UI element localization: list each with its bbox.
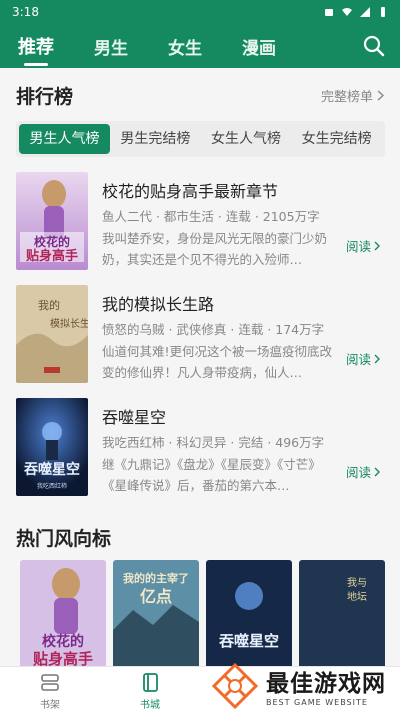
svg-text:亿点: 亿点 (140, 587, 172, 606)
hot-covers: 校花的 贴身高手 我的的主宰了 亿点 吞噬星空 我与 地坛 (16, 560, 396, 670)
tab-bookshelf[interactable]: 书架 (30, 673, 70, 711)
book-item[interactable]: 校花的 贴身高手 校花的贴身高手最新章节 鱼人二代 · 都市生活 · 连载 · … (16, 172, 384, 270)
hot-title: 热门风向标 (16, 528, 112, 550)
bookshelf-icon (41, 674, 59, 691)
book-cover[interactable]: 吞噬星空 我吃西红柿 (16, 398, 88, 496)
tab-bookstore-label: 书城 (140, 700, 160, 711)
chevron-right-icon (374, 241, 380, 250)
watermark-title: 最佳游戏网 (266, 671, 386, 697)
ranking-title: 排行榜 (16, 86, 74, 108)
book-title: 吞噬星空 (102, 408, 167, 427)
book-description: 继《九鼎记》《盘龙》《星辰变》《寸芒》《星峰传说》后，番茄的第六本… (102, 457, 321, 493)
svg-text:校花的: 校花的 (42, 633, 84, 650)
chevron-right-icon (374, 467, 380, 476)
chevron-right-icon (377, 90, 384, 101)
book-cover-art: 我的 模拟长生路 (16, 285, 88, 383)
svg-text:贴身高手: 贴身高手 (26, 248, 78, 264)
book-description: 仙道何其难!更何况这个被一场瘟疫彻底改变的修仙界！凡人身带疫病，仙人… (102, 344, 333, 380)
chevron-right-icon (374, 354, 380, 363)
book-cover-art: 吞噬星空 我吃西红柿 (16, 398, 88, 496)
book-meta: 鱼人二代 · 都市生活 · 连载 · 2105万字 (102, 209, 320, 224)
wifi-icon (342, 8, 352, 16)
read-button[interactable]: 阅读 (346, 349, 380, 368)
notification-icon (325, 9, 333, 16)
tab-female[interactable]: 女生 (168, 34, 202, 59)
book-cover-art: 校花的 贴身高手 (16, 172, 88, 270)
hot-cover-4[interactable]: 我与 地坛 (299, 560, 385, 670)
book-meta: 愤怒的乌贼 · 武侠修真 · 连载 · 174万字 (102, 322, 325, 337)
svg-text:我吃西红柿: 我吃西红柿 (37, 482, 67, 490)
rank-tab-female-finished[interactable]: 女生完结榜 (291, 124, 382, 154)
tab-recommend[interactable]: 推荐 (18, 33, 54, 66)
watermark-logo (211, 662, 259, 709)
svg-text:我的的主宰了: 我的的主宰了 (123, 571, 189, 585)
book-description: 我叫楚乔安，身份是风光无限的豪门少奶奶，其实还是个见不得光的入殓师… (102, 231, 328, 267)
svg-text:校花的: 校花的 (34, 234, 70, 249)
book-cover[interactable]: 我的 模拟长生路 (16, 285, 88, 383)
hot-header: 热门风向标 (16, 524, 384, 551)
hot-cover-2[interactable]: 我的的主宰了 亿点 (113, 560, 199, 670)
read-label: 阅读 (345, 352, 371, 367)
rank-tab-male-finished[interactable]: 男生完结榜 (110, 124, 201, 154)
book-title: 我的模拟长生路 (102, 295, 215, 314)
top-nav: 推荐 男生 女生 漫画 (0, 24, 400, 68)
book-cover[interactable]: 校花的 贴身高手 (16, 172, 88, 270)
status-time: 3:18 (12, 5, 39, 19)
svg-text:我与: 我与 (347, 577, 367, 589)
ranking-tabs: 男生人气榜 男生完结榜 女生人气榜 女生完结榜 (16, 121, 385, 157)
watermark: 最佳游戏网 BEST GAME WEBSITE (210, 660, 400, 711)
hot-cover-1[interactable]: 校花的 贴身高手 (20, 560, 106, 670)
svg-text:我的: 我的 (38, 298, 60, 312)
full-ranking-link[interactable]: 完整榜单 (321, 86, 384, 105)
status-icons (324, 7, 388, 17)
watermark-subtitle: BEST GAME WEBSITE (266, 698, 368, 707)
tab-male[interactable]: 男生 (94, 34, 128, 59)
svg-text:吞噬星空: 吞噬星空 (218, 632, 279, 650)
hot-cover-art: 校花的 贴身高手 (20, 560, 106, 670)
book-item[interactable]: 我的 模拟长生路 我的模拟长生路 愤怒的乌贼 · 武侠修真 · 连载 · 174… (16, 285, 384, 383)
book-meta: 我吃西红柿 · 科幻灵异 · 完结 · 496万字 (102, 435, 325, 450)
battery-icon (381, 7, 385, 17)
hot-cover-art: 吞噬星空 (206, 560, 292, 670)
hot-cover-3[interactable]: 吞噬星空 (206, 560, 292, 670)
search-icon[interactable] (362, 34, 386, 58)
hot-cover-art: 我的的主宰了 亿点 (113, 560, 199, 670)
svg-text:吞噬星空: 吞噬星空 (24, 461, 80, 478)
ranking-header: 排行榜 完整榜单 (16, 82, 384, 109)
read-button[interactable]: 阅读 (346, 236, 380, 255)
read-label: 阅读 (345, 465, 371, 480)
hot-cover-art: 我与 地坛 (299, 560, 385, 670)
tab-bookstore[interactable]: 书城 (130, 673, 170, 711)
rank-tab-female-popular[interactable]: 女生人气榜 (201, 124, 292, 154)
signal-icon (360, 7, 370, 17)
svg-text:地坛: 地坛 (347, 590, 367, 603)
read-button[interactable]: 阅读 (346, 462, 380, 481)
tab-bookshelf-label: 书架 (40, 700, 60, 711)
book-title: 校花的贴身高手最新章节 (102, 182, 279, 201)
full-ranking-label: 完整榜单 (320, 90, 373, 105)
rank-tab-male-popular[interactable]: 男生人气榜 (19, 124, 110, 154)
tab-comic[interactable]: 漫画 (242, 34, 276, 59)
book-icon (143, 673, 158, 692)
status-bar: 3:18 (0, 0, 400, 24)
read-label: 阅读 (345, 239, 371, 254)
book-item[interactable]: 吞噬星空 我吃西红柿 吞噬星空 我吃西红柿 · 科幻灵异 · 完结 · 496万… (16, 398, 384, 496)
svg-text:模拟长生路: 模拟长生路 (50, 317, 88, 330)
